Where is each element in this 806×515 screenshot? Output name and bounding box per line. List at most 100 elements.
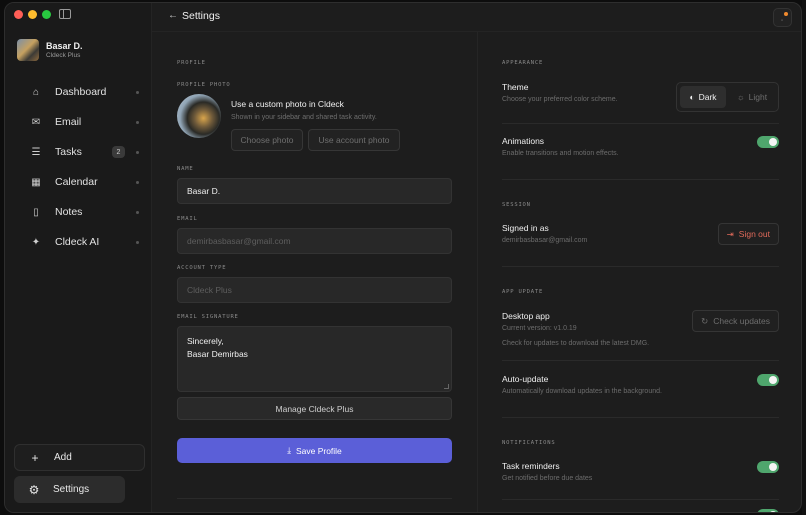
refresh-icon: ↻ <box>701 315 709 326</box>
bell-icon: ▫ <box>781 18 784 24</box>
sidebar-item-settings[interactable]: ⚙ Settings <box>14 476 125 503</box>
count-badge: 2 <box>112 146 125 158</box>
window-controls <box>14 10 51 19</box>
sidebar-item-dashboard[interactable]: ⌂ Dashboard <box>17 77 145 107</box>
task-reminders-toggle[interactable] <box>757 461 779 473</box>
desktop-app-title: Desktop app <box>502 311 550 321</box>
sidebar-nav: ⌂ Dashboard ✉ Email ☰ Tasks 2 ▦ Calendar <box>17 77 145 257</box>
sidebar-item-label: Dashboard <box>55 86 107 98</box>
background-window <box>802 0 806 515</box>
resize-handle-icon[interactable] <box>444 384 449 389</box>
user-profile[interactable]: Basar D. Cldeck Plus <box>17 39 83 61</box>
nav-indicator <box>136 90 139 94</box>
use-account-photo-button[interactable]: Use account photo <box>308 129 400 151</box>
sidebar-item-notes[interactable]: ▯ Notes <box>17 197 145 227</box>
theme-light-label: Light <box>748 92 768 102</box>
sidebar-item-calendar[interactable]: ▦ Calendar <box>17 167 145 197</box>
add-button[interactable]: + Add <box>14 444 145 471</box>
account-type-field[interactable]: Cldeck Plus <box>177 277 452 303</box>
sidebar-item-email[interactable]: ✉ Email <box>17 107 145 137</box>
animations-toggle[interactable] <box>757 136 779 148</box>
sidebar: Basar D. Cldeck Plus ⌂ Dashboard ✉ Email… <box>5 3 152 512</box>
auto-update-toggle[interactable] <box>757 374 779 386</box>
choose-photo-button[interactable]: Choose photo <box>231 129 303 151</box>
notifications-button[interactable]: ▫ <box>773 8 792 27</box>
divider <box>502 266 779 267</box>
moon-icon: ◐ <box>689 92 695 102</box>
nav-indicator <box>136 150 139 154</box>
mail-icon: ✉ <box>31 116 41 128</box>
calendar-icon: ▦ <box>31 176 41 188</box>
theme-light-option[interactable]: ☼ Light <box>729 86 775 108</box>
sidebar-item-label: Email <box>55 116 82 128</box>
update-description: Check for updates to download the latest… <box>502 340 650 347</box>
column-divider <box>477 32 478 512</box>
app-window: Basar D. Cldeck Plus ⌂ Dashboard ✉ Email… <box>4 2 802 513</box>
auto-update-title: Auto-update <box>502 374 549 384</box>
theme-title: Theme <box>502 82 529 92</box>
page-title: Settings <box>182 10 220 22</box>
divider <box>177 498 452 499</box>
manage-plan-button[interactable]: Manage Cldeck Plus <box>177 397 452 420</box>
signature-line: Sincerely, <box>187 336 224 346</box>
divider <box>502 417 779 418</box>
next-setting-toggle[interactable] <box>757 509 779 512</box>
photo-description: Shown in your sidebar and shared task ac… <box>231 114 377 121</box>
check-updates-label: Check updates <box>713 316 770 326</box>
sign-out-label: Sign out <box>738 229 770 239</box>
theme-dark-option[interactable]: ◐ Dark <box>680 86 726 108</box>
back-arrow-icon[interactable]: ← <box>168 10 178 21</box>
animations-title: Animations <box>502 136 545 146</box>
theme-switcher: ◐ Dark ☼ Light <box>676 82 779 112</box>
list-icon: ☰ <box>31 146 41 158</box>
minimize-window-button[interactable] <box>28 10 37 19</box>
plus-icon: + <box>31 450 39 465</box>
user-name: Basar D. <box>46 41 83 51</box>
sidebar-toggle-icon[interactable] <box>59 9 71 19</box>
task-reminders-title: Task reminders <box>502 461 560 471</box>
sidebar-item-cldeck-ai[interactable]: ✦ Cldeck AI <box>17 227 145 257</box>
nav-indicator <box>136 120 139 124</box>
auto-update-description: Automatically download updates in the ba… <box>502 388 662 395</box>
signature-line: Basar Demirbas <box>187 349 248 359</box>
download-icon: ⤓ <box>287 445 291 455</box>
section-heading: PROFILE <box>177 60 206 66</box>
field-label: PROFILE PHOTO <box>177 82 231 88</box>
sign-out-icon: ⇥ <box>726 228 734 239</box>
close-window-button[interactable] <box>14 10 23 19</box>
section-heading: APPEARANCE <box>502 60 544 66</box>
sidebar-item-label: Cldeck AI <box>55 236 100 248</box>
nav-indicator <box>136 210 139 214</box>
check-updates-button[interactable]: ↻ Check updates <box>692 310 779 332</box>
section-heading: APP UPDATE <box>502 289 544 295</box>
nav-indicator <box>136 240 139 244</box>
ai-icon: ✦ <box>31 236 41 248</box>
divider <box>502 179 779 180</box>
theme-description: Choose your preferred color scheme. <box>502 96 618 103</box>
profile-photo <box>177 94 221 138</box>
sign-out-button[interactable]: ⇥ Sign out <box>717 223 779 245</box>
user-plan: Cldeck Plus <box>46 52 81 59</box>
theme-dark-label: Dark <box>698 92 717 102</box>
email-signature-field[interactable]: Sincerely, Basar Demirbas <box>177 326 452 392</box>
header: ← Settings ▫ <box>152 3 801 32</box>
current-version: Current version: v1.0.19 <box>502 325 577 332</box>
field-label: ACCOUNT TYPE <box>177 265 227 271</box>
name-field[interactable]: Basar D. <box>177 178 452 204</box>
sidebar-item-tasks[interactable]: ☰ Tasks 2 <box>17 137 145 167</box>
note-icon: ▯ <box>33 206 39 218</box>
section-heading: SESSION <box>502 202 531 208</box>
email-field[interactable]: demirbasbasar@gmail.com <box>177 228 452 254</box>
field-label: NAME <box>177 166 194 172</box>
photo-title: Use a custom photo in Cldeck <box>231 99 344 109</box>
zoom-window-button[interactable] <box>42 10 51 19</box>
sun-icon: ☼ <box>736 92 745 102</box>
home-icon: ⌂ <box>32 86 40 98</box>
settings-label: Settings <box>53 484 90 495</box>
nav-indicator <box>136 180 139 184</box>
signed-in-title: Signed in as <box>502 223 549 233</box>
gear-icon: ⚙ <box>28 482 40 497</box>
add-label: Add <box>54 452 72 463</box>
save-profile-button[interactable]: ⤓ Save Profile <box>177 438 452 463</box>
divider <box>502 360 779 361</box>
